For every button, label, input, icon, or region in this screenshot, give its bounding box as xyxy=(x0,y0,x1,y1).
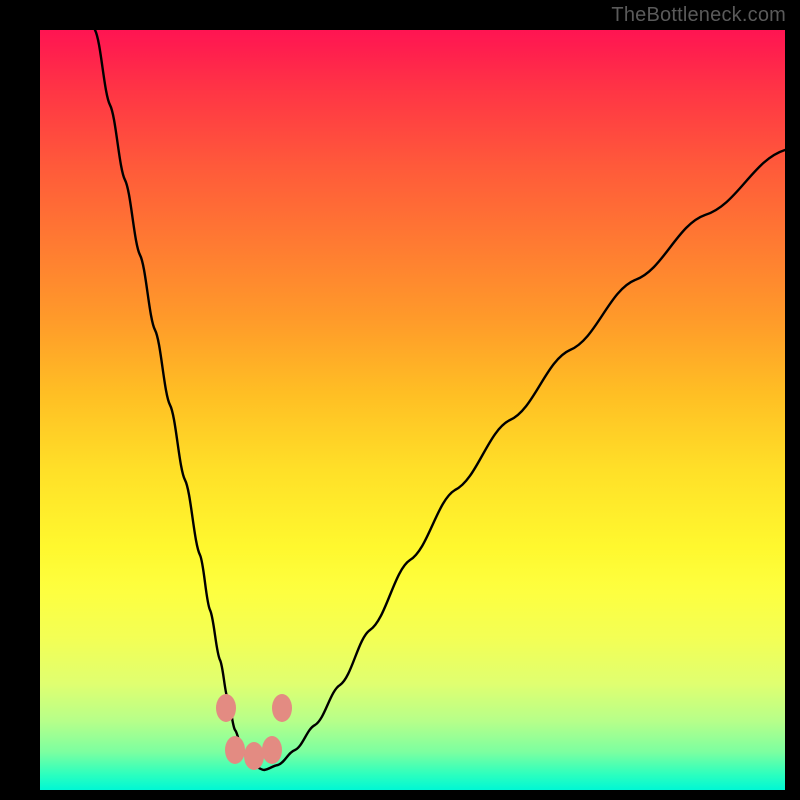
marker-left-upper xyxy=(216,694,236,722)
chart-frame: TheBottleneck.com xyxy=(0,0,800,800)
watermark-text: TheBottleneck.com xyxy=(611,4,786,27)
marker-bottom-3 xyxy=(262,736,282,764)
bottleneck-curve xyxy=(40,30,785,790)
plot-area xyxy=(40,30,785,790)
marker-bottom-2 xyxy=(244,742,264,770)
marker-right-upper xyxy=(272,694,292,722)
marker-bottom-1 xyxy=(225,736,245,764)
